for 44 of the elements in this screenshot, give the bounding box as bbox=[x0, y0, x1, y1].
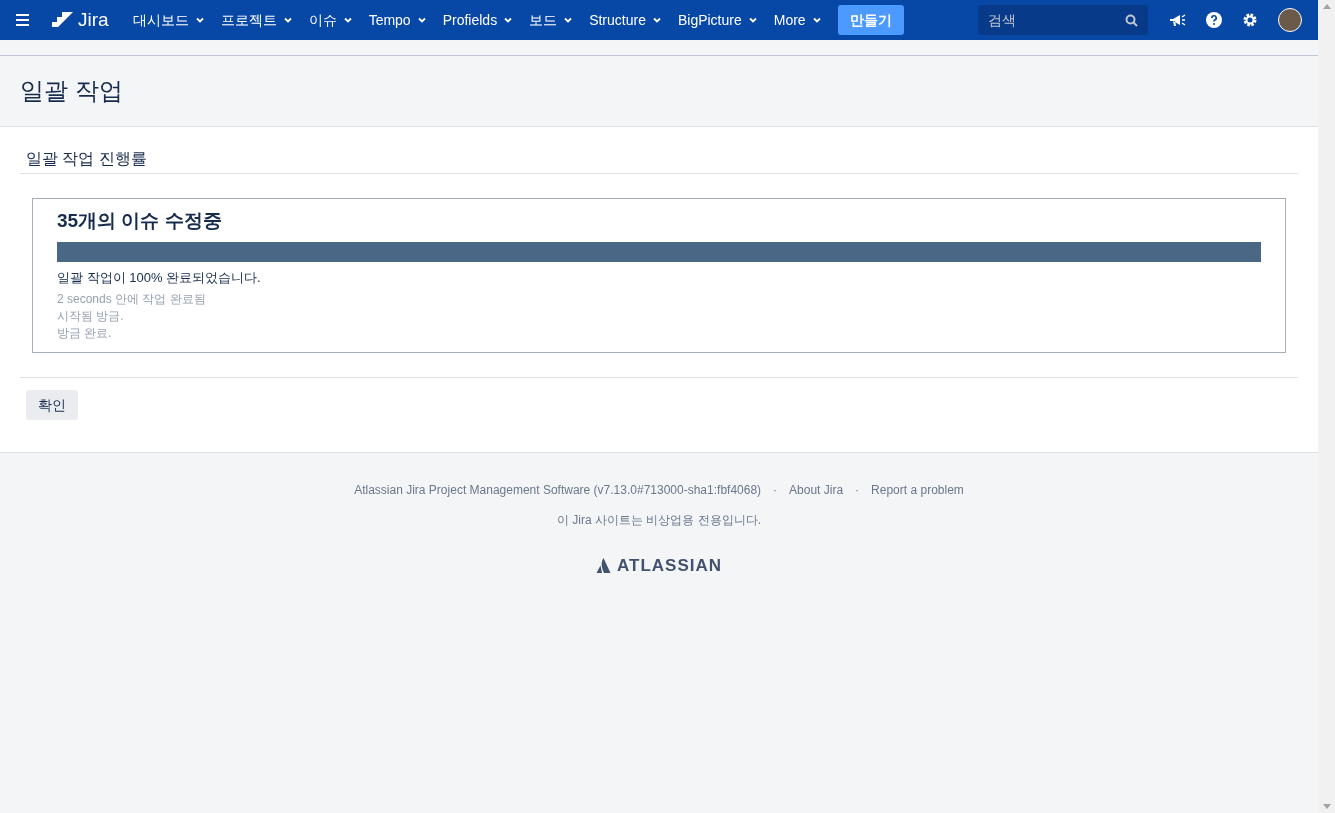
nav-menu[interactable]: 이슈 bbox=[300, 0, 361, 40]
nav-menu[interactable]: Profields bbox=[434, 0, 522, 40]
separator-dot: · bbox=[855, 482, 860, 499]
chevron-down-icon bbox=[651, 15, 662, 25]
progress-detail: 2 seconds 안에 작업 완료됨 bbox=[57, 291, 207, 308]
atlassian-logo[interactable]: ATLASSIAN bbox=[596, 553, 722, 579]
progress-detail: 방금 완료. bbox=[57, 325, 113, 342]
help-icon[interactable] bbox=[1206, 12, 1222, 28]
jira-logo-icon bbox=[52, 11, 74, 29]
progress-heading: 35개의 이슈 수정중 bbox=[57, 209, 223, 233]
settings-icon[interactable] bbox=[1242, 12, 1258, 28]
avatar[interactable] bbox=[1278, 8, 1302, 32]
chevron-down-icon bbox=[194, 15, 205, 25]
chevron-down-icon bbox=[811, 15, 822, 25]
chevron-down-icon bbox=[747, 15, 758, 25]
chevron-down-icon bbox=[416, 15, 427, 25]
nav-menu[interactable]: 보드 bbox=[521, 0, 582, 40]
nav-menu[interactable]: Tempo bbox=[360, 0, 435, 40]
chevron-down-icon bbox=[282, 15, 293, 25]
logo-text: Jira bbox=[78, 7, 109, 32]
search-icon bbox=[1125, 13, 1138, 27]
nav-menu[interactable]: 프로젝트 bbox=[212, 0, 301, 40]
chevron-down-icon bbox=[503, 15, 514, 25]
footer-link[interactable]: Report a problem bbox=[871, 481, 964, 499]
footer-link[interactable]: Atlassian Jira Project Management Software (v7.13.0#713000-sha1:fbf4068) bbox=[354, 481, 762, 499]
megaphone-icon[interactable] bbox=[1168, 12, 1186, 28]
nav-menu[interactable]: Structure bbox=[581, 0, 670, 40]
atlassian-logo-icon bbox=[596, 558, 611, 574]
chevron-down-icon bbox=[563, 15, 574, 25]
nav-menu[interactable]: 대시보드 bbox=[124, 0, 213, 40]
search-field[interactable]: 검색 bbox=[978, 5, 1148, 35]
nav-menu[interactable]: More bbox=[765, 0, 830, 40]
page-title: 일괄 작업 bbox=[20, 76, 123, 106]
progress-status: 일괄 작업이 100% 완료되었습니다. bbox=[57, 268, 262, 287]
separator-dot: · bbox=[773, 482, 778, 499]
progress-detail: 시작됨 방금. bbox=[57, 308, 125, 325]
logo-text: ATLASSIAN bbox=[617, 555, 722, 577]
chevron-down-icon bbox=[342, 15, 353, 25]
footer-notice: 이 Jira 사이트는 비상업용 전용입니다. bbox=[557, 512, 761, 529]
confirm-button[interactable]: 확인 bbox=[26, 390, 78, 420]
section-title: 일괄 작업 진행률 bbox=[26, 149, 148, 169]
jira-logo[interactable]: Jira bbox=[52, 5, 109, 35]
nav-menu[interactable]: BigPicture bbox=[669, 0, 766, 40]
footer-link[interactable]: About Jira bbox=[789, 481, 844, 499]
